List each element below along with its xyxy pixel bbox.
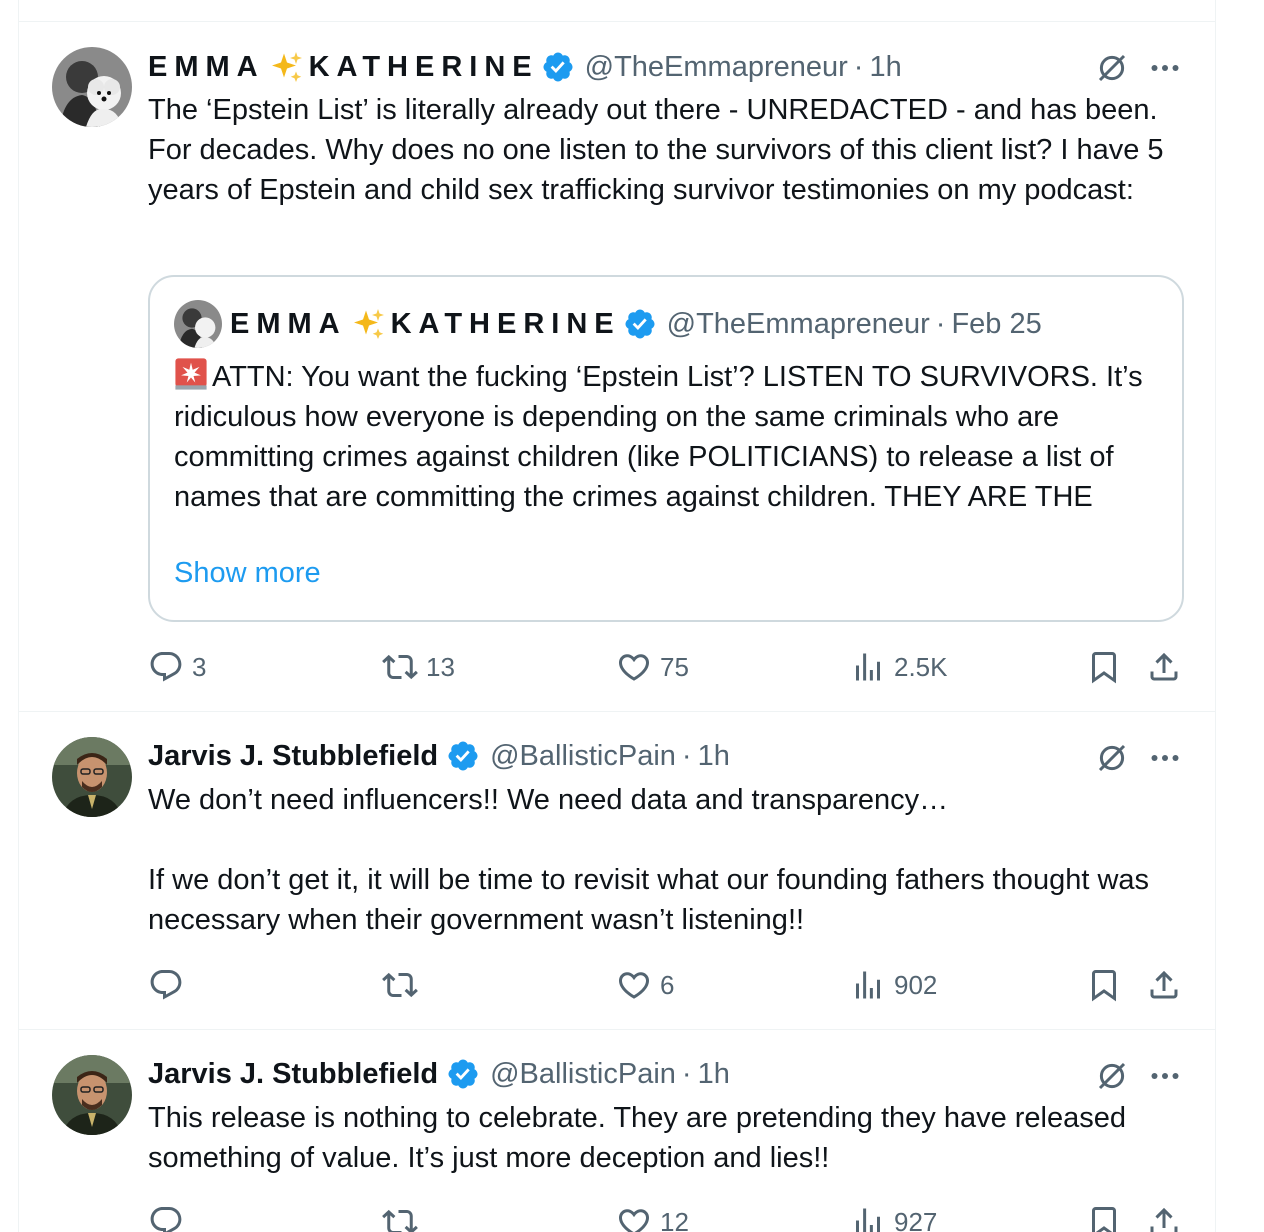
tweet-header: EMMA KATHERINE @TheEmmapreneur · 1h [148, 47, 902, 87]
quoted-handle: @TheEmmapreneur [666, 307, 930, 340]
rotating-light-emoji [175, 358, 207, 390]
verified-badge-icon [446, 739, 480, 773]
reply-button[interactable] [148, 965, 192, 1005]
grok-icon[interactable] [1094, 740, 1130, 776]
bookmark-icon [1086, 649, 1122, 685]
bookmark-button[interactable] [1086, 965, 1122, 1005]
display-name[interactable]: Jarvis J. Stubblefield [148, 740, 438, 773]
views-count: 902 [894, 969, 938, 1000]
quoted-text: ATTN: You want the fucking ‘Epstein List… [174, 361, 1143, 513]
views-icon [850, 649, 886, 685]
repost-icon [382, 967, 418, 1003]
repost-icon [382, 1204, 418, 1232]
views-count: 2.5K [894, 651, 948, 682]
tweet-header: Jarvis J. Stubblefield @BallisticPain · … [148, 1054, 730, 1094]
share-button[interactable] [1146, 1202, 1182, 1232]
separator-dot: · [681, 739, 692, 772]
repost-icon [382, 649, 418, 685]
repost-button[interactable] [382, 1202, 426, 1232]
action-bar: 3 13 75 2.5K [148, 647, 1188, 687]
timestamp[interactable]: 1h [698, 740, 730, 773]
action-bar: 6 902 [148, 965, 1188, 1005]
views-button[interactable]: 2.5K [850, 647, 948, 687]
views-count: 927 [894, 1206, 938, 1232]
timeline: EMMA KATHERINE @TheEmmapreneur · 1h The … [18, 0, 1216, 1232]
bookmark-button[interactable] [1086, 1202, 1122, 1232]
share-button[interactable] [1146, 965, 1182, 1005]
more-icon[interactable] [1147, 740, 1183, 776]
tweet[interactable]: Jarvis J. Stubblefield @BallisticPain · … [19, 1030, 1215, 1232]
grok-icon[interactable] [1094, 50, 1130, 86]
reply-button[interactable]: 3 [148, 647, 206, 687]
separator-dot: · [681, 1057, 692, 1090]
views-icon [850, 967, 886, 1003]
quoted-display-name[interactable]: EMMA [230, 308, 347, 341]
like-button[interactable]: 6 [616, 965, 674, 1005]
tweet[interactable]: EMMA KATHERINE @TheEmmapreneur · 1h The … [19, 22, 1215, 712]
previous-tweet-edge [19, 0, 1215, 22]
avatar[interactable] [52, 47, 132, 127]
tweet-text: This release is nothing to celebrate. Th… [148, 1102, 1135, 1174]
more-icon[interactable] [1147, 1058, 1183, 1094]
like-icon [616, 649, 652, 685]
verified-badge-icon [446, 1057, 480, 1091]
timestamp[interactable]: 1h [869, 51, 901, 84]
reply-count: 3 [192, 651, 207, 682]
display-name-2[interactable]: KATHERINE [309, 51, 539, 84]
quoted-timestamp: Feb 25 [951, 307, 1042, 340]
tweet-text: The ‘Epstein List’ is literally already … [148, 94, 1172, 206]
share-button[interactable] [1146, 647, 1182, 687]
handle[interactable]: @TheEmmapreneur [585, 51, 848, 84]
verified-badge-icon [623, 307, 657, 341]
more-icon[interactable] [1147, 50, 1183, 86]
sparkles-emoji [351, 306, 387, 342]
sparkles-emoji [269, 49, 305, 85]
share-icon [1146, 649, 1182, 685]
views-button[interactable]: 902 [850, 965, 937, 1005]
like-count: 75 [660, 651, 689, 682]
avatar[interactable] [52, 1055, 132, 1135]
share-icon [1146, 967, 1182, 1003]
quoted-display-name-2[interactable]: KATHERINE [391, 308, 621, 341]
repost-count: 13 [426, 651, 455, 682]
like-button[interactable]: 75 [616, 647, 689, 687]
avatar[interactable] [52, 737, 132, 817]
bookmark-button[interactable] [1086, 647, 1122, 687]
share-icon [1146, 1204, 1182, 1232]
reply-icon [148, 1204, 184, 1232]
views-button[interactable]: 927 [850, 1202, 937, 1232]
grok-icon[interactable] [1094, 1058, 1130, 1094]
quoted-header: EMMA KATHERINE @TheEmmapreneur · Feb 25 [230, 304, 1042, 344]
action-bar: 12 927 [148, 1202, 1188, 1232]
tweet[interactable]: Jarvis J. Stubblefield @BallisticPain · … [19, 712, 1215, 1030]
tweet-header: Jarvis J. Stubblefield @BallisticPain · … [148, 736, 730, 776]
show-more-link[interactable]: Show more [174, 557, 321, 590]
display-name[interactable]: EMMA [148, 51, 265, 84]
reply-icon [148, 649, 184, 685]
separator-dot: · [853, 50, 864, 83]
like-button[interactable]: 12 [616, 1202, 689, 1232]
views-icon [850, 1204, 886, 1232]
verified-badge-icon [541, 50, 575, 84]
like-count: 12 [660, 1206, 689, 1232]
reply-icon [148, 967, 184, 1003]
like-count: 6 [660, 969, 675, 1000]
bookmark-icon [1086, 967, 1122, 1003]
repost-button[interactable]: 13 [382, 647, 455, 687]
tweet-text: We don’t need influencers!! We need data… [148, 784, 1150, 936]
handle[interactable]: @BallisticPain [490, 740, 676, 773]
quoted-avatar[interactable] [174, 300, 222, 348]
timestamp[interactable]: 1h [698, 1058, 730, 1091]
separator-dot: · [935, 307, 946, 340]
display-name[interactable]: Jarvis J. Stubblefield [148, 1058, 438, 1091]
handle[interactable]: @BallisticPain [490, 1058, 676, 1091]
repost-button[interactable] [382, 965, 426, 1005]
quoted-text-block: ATTN: You want the fucking ‘Epstein List… [174, 357, 1164, 517]
reply-button[interactable] [148, 1202, 192, 1232]
like-icon [616, 967, 652, 1003]
quoted-tweet[interactable]: EMMA KATHERINE @TheEmmapreneur · Feb 25 … [148, 275, 1184, 622]
bookmark-icon [1086, 1204, 1122, 1232]
like-icon [616, 1204, 652, 1232]
